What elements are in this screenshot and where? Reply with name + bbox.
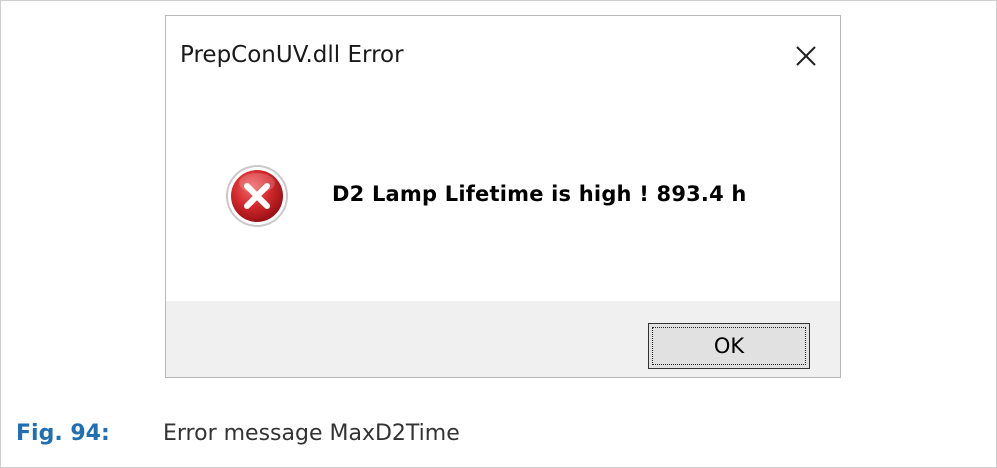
dialog-content: D2 Lamp Lifetime is high ! 893.4 h	[166, 96, 840, 301]
close-button[interactable]	[786, 36, 826, 76]
dialog-titlebar[interactable]: PrepConUV.dll Error	[166, 16, 840, 96]
figure-caption-text: Error message MaxD2Time	[163, 421, 460, 446]
dialog-footer: OK	[166, 301, 840, 377]
figure-number: Fig. 94:	[16, 421, 110, 446]
dialog-title: PrepConUV.dll Error	[180, 42, 404, 68]
close-icon	[796, 46, 816, 66]
figure-frame: PrepConUV.dll Error D2 Lamp Lifetime is …	[0, 0, 997, 468]
ok-button-label: OK	[652, 327, 806, 365]
error-icon	[224, 163, 290, 229]
error-message: D2 Lamp Lifetime is high ! 893.4 h	[332, 182, 747, 206]
error-dialog: PrepConUV.dll Error D2 Lamp Lifetime is …	[165, 15, 841, 378]
ok-button[interactable]: OK	[648, 323, 810, 369]
figure-caption: Fig. 94: Error message MaxD2Time	[16, 421, 460, 446]
